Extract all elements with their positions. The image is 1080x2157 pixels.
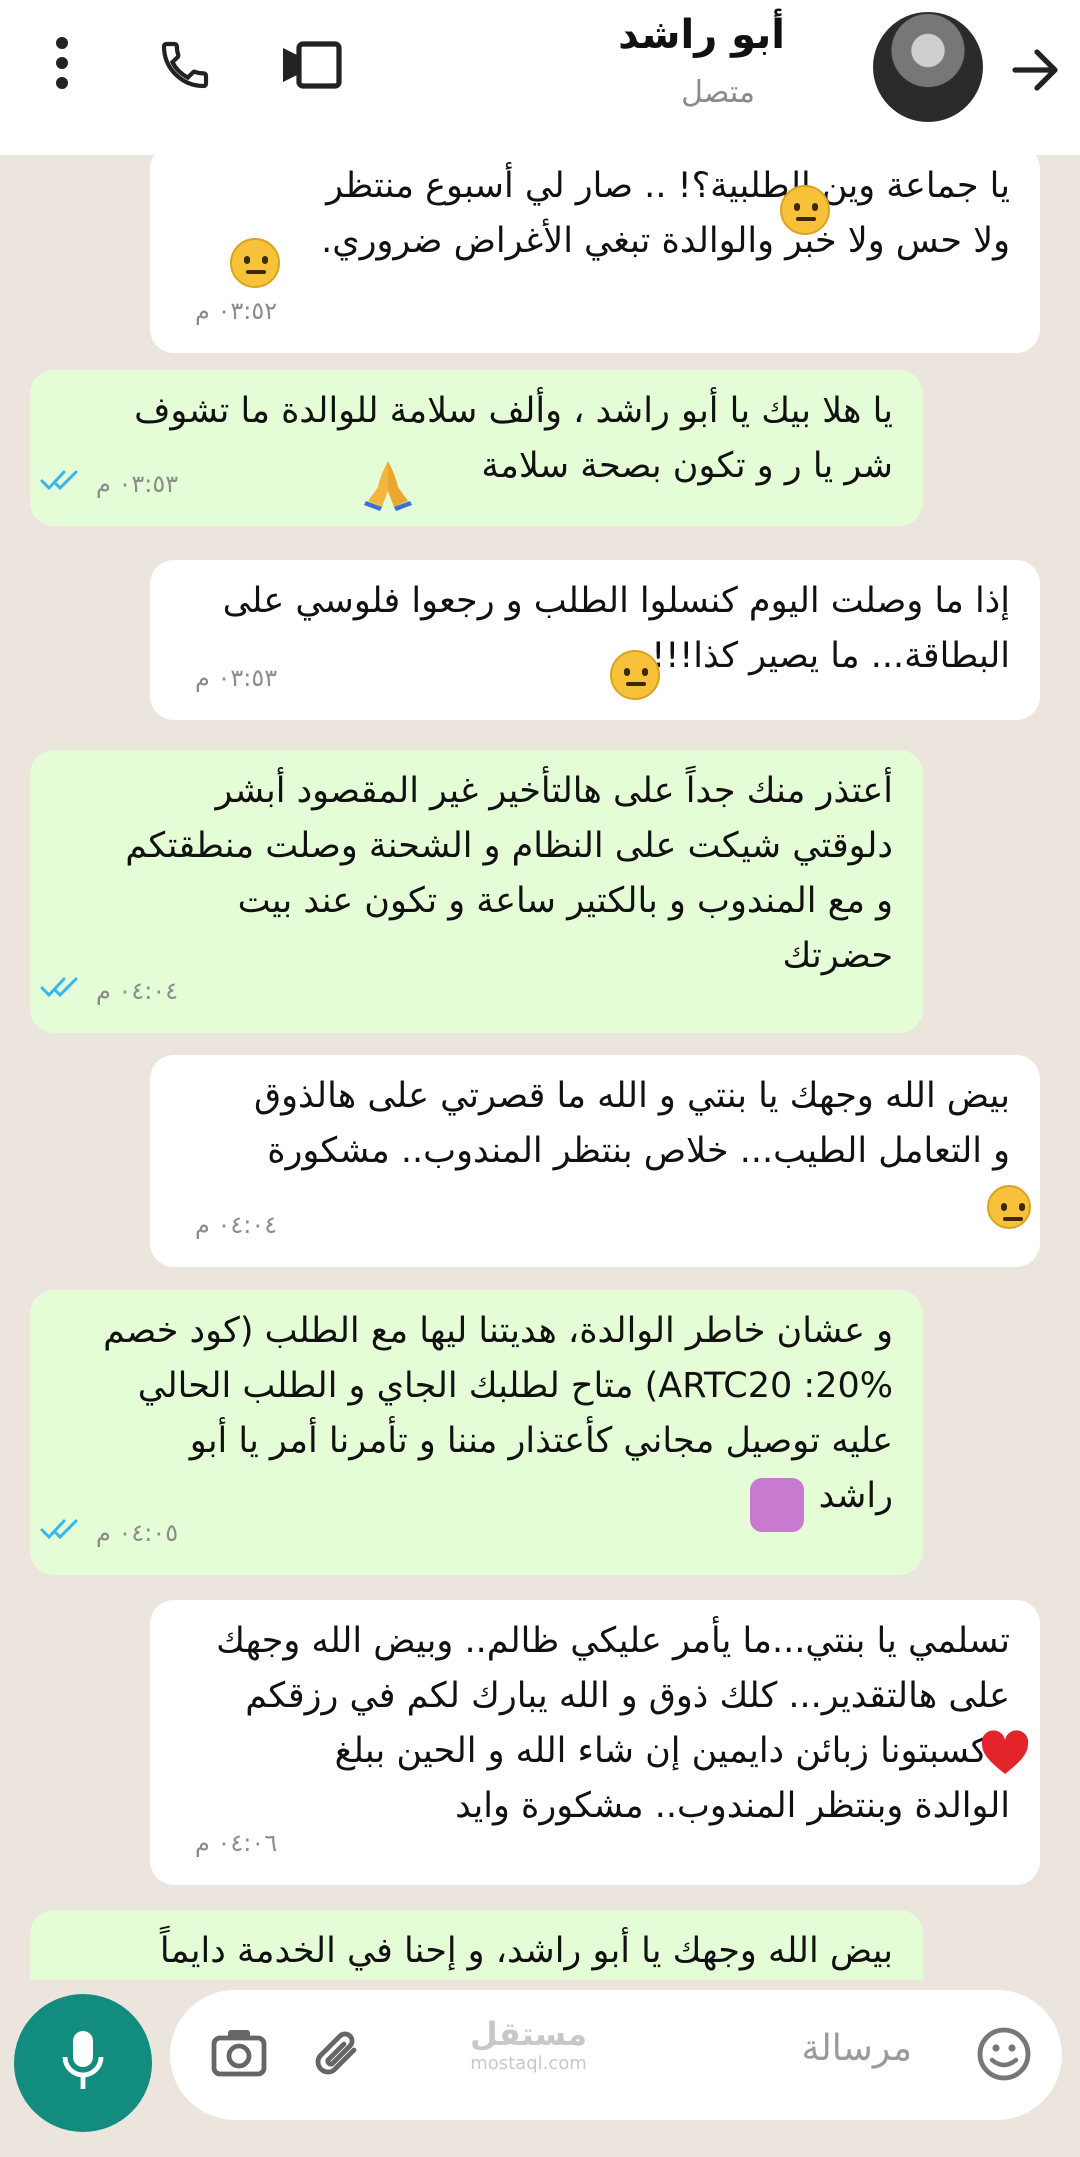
contact-name[interactable]: أبو راشد xyxy=(618,12,785,58)
person-raising-hand-emoji-icon xyxy=(750,1478,804,1532)
emoji-icon[interactable] xyxy=(976,2026,1032,2086)
watermark: مستقل mostaql.com xyxy=(470,2015,587,2074)
message-incoming[interactable]: إذا ما وصلت اليوم كنسلوا الطلب و رجعوا ف… xyxy=(150,560,1040,720)
message-outgoing[interactable]: يا هلا بيك يا أبو راشد ، وألف سلامة للوا… xyxy=(30,370,923,526)
contact-status: متصل xyxy=(681,75,755,110)
message-time: ٠٤:٠٤ م xyxy=(96,977,179,1005)
video-icon[interactable] xyxy=(272,32,352,98)
back-arrow-icon[interactable] xyxy=(1005,40,1065,100)
double-check-icon xyxy=(40,1506,84,1561)
message-time: ٠٤:٠٦ م xyxy=(195,1829,278,1857)
attach-icon[interactable] xyxy=(310,2026,366,2086)
message-time: ٠٣:٥٢ م xyxy=(195,297,278,325)
message-meta: ٠٤:٠٦ م xyxy=(195,1816,277,1871)
upside-down-face-emoji-icon xyxy=(780,185,830,235)
message-incoming[interactable]: تسلمي يا بنتي...ما يأمر عليكي ظالم.. وبي… xyxy=(150,1600,1040,1885)
message-incoming[interactable]: بيض الله وجهك يا بنتي و الله ما قصرتي عل… xyxy=(150,1055,1040,1267)
message-time: ٠٤:٠٥ م xyxy=(96,1519,179,1547)
message-incoming[interactable]: يا جماعة وين الطلبية؟! .. صار لي أسبوع م… xyxy=(150,155,1040,353)
watermark-latin: mostaql.com xyxy=(470,2053,587,2074)
more-icon[interactable] xyxy=(40,30,84,96)
message-meta: ٠٤:٠٥ م xyxy=(40,1506,178,1561)
mic-button[interactable] xyxy=(14,1994,152,2132)
message-text: إذا ما وصلت اليوم كنسلوا الطلب و رجعوا ف… xyxy=(222,581,1010,676)
message-meta: ٠٣:٥٢ م xyxy=(195,284,277,339)
composer-bar: مستقل mostaql.com مرسالة xyxy=(0,1980,1080,2157)
mic-icon xyxy=(61,2029,105,2097)
message-meta: ٠٤:٠٤ م xyxy=(40,964,178,1019)
message-time: ٠٣:٥٣ م xyxy=(96,470,179,498)
raised-eyebrow-face-emoji-icon xyxy=(610,650,660,700)
watermark-arabic: مستقل xyxy=(470,2015,588,2053)
message-text: تسلمي يا بنتي...ما يأمر عليكي ظالم.. وبي… xyxy=(216,1621,1010,1826)
message-time: ٠٤:٠٤ م xyxy=(195,1211,278,1239)
chat-header: أبو راشد متصل xyxy=(0,0,1080,155)
phone-icon[interactable] xyxy=(150,30,220,100)
neutral-face-emoji-icon xyxy=(230,238,280,288)
message-meta: ٠٤:٠٤ م xyxy=(195,1198,277,1253)
message-time: ٠٣:٥٣ م xyxy=(195,664,278,692)
message-placeholder: مرسالة xyxy=(801,2028,912,2069)
avatar[interactable] xyxy=(873,12,983,122)
message-outgoing[interactable]: بيض الله وجهك يا أبو راشد، و إحنا في الخ… xyxy=(30,1910,923,1980)
message-outgoing[interactable]: و عشان خاطر الوالدة، هديتنا ليها مع الطل… xyxy=(30,1290,923,1575)
camera-icon[interactable] xyxy=(210,2026,268,2082)
folded-hands-emoji-icon xyxy=(360,455,416,511)
message-text: بيض الله وجهك يا أبو راشد، و إحنا في الخ… xyxy=(159,1931,893,1971)
message-text: يا هلا بيك يا أبو راشد ، وألف سلامة للوا… xyxy=(134,391,893,486)
message-text: يا جماعة وين الطلبية؟! .. صار لي أسبوع م… xyxy=(321,166,1010,261)
message-outgoing[interactable]: أعتذر منك جداً على هالتأخير غير المقصود … xyxy=(30,750,923,1033)
double-check-icon xyxy=(40,964,84,1019)
message-meta: ٠٣:٥٣ م xyxy=(40,457,178,512)
message-input[interactable]: مستقل mostaql.com مرسالة xyxy=(170,1990,1062,2120)
message-meta: ٠٣:٥٣ م xyxy=(195,651,277,706)
message-text: بيض الله وجهك يا بنتي و الله ما قصرتي عل… xyxy=(253,1076,1010,1171)
relieved-face-emoji-icon xyxy=(987,1185,1031,1229)
double-check-icon xyxy=(40,457,84,512)
chat-area[interactable]: يا جماعة وين الطلبية؟! .. صار لي أسبوع م… xyxy=(0,155,1080,1980)
message-text: أعتذر منك جداً على هالتأخير غير المقصود … xyxy=(125,771,893,976)
heart-emoji-icon xyxy=(980,1730,1030,1780)
